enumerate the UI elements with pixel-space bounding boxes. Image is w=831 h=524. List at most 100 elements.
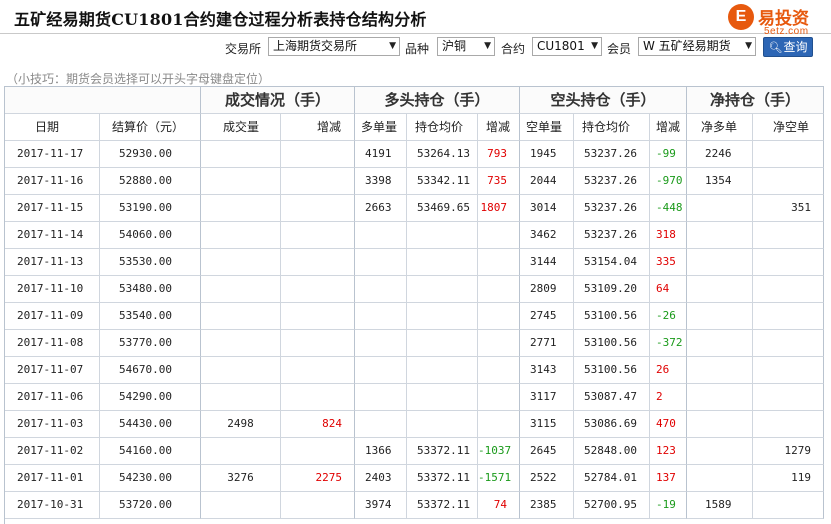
exchange-label: 交易所	[225, 42, 262, 56]
exchange-select[interactable]: 上海期货交易所 ▼	[268, 37, 400, 56]
contract-select[interactable]: CU1801 ▼	[532, 37, 602, 56]
cell-settle-price: 54290.00	[100, 384, 201, 411]
table-row: 2017-11-08 53770.00 2771 53100.56 -372	[5, 330, 824, 357]
cell-long-avg-price	[407, 249, 478, 276]
cell-long-qty: 2403	[355, 465, 407, 492]
cell-volume	[201, 222, 281, 249]
column-header-settle-price[interactable]: 结算价（元）	[100, 114, 201, 141]
column-header-long-qty[interactable]: 多单量	[355, 114, 407, 141]
variety-select[interactable]: 沪铜 ▼	[437, 37, 495, 56]
cell-volume-change	[281, 222, 355, 249]
cell-long-change	[478, 411, 520, 438]
member-select-value: W 五矿经易期货	[643, 39, 731, 53]
cell-volume-change	[281, 330, 355, 357]
cell-long-avg-price	[407, 303, 478, 330]
cell-long-change: 735	[478, 168, 520, 195]
cell-long-avg-price	[407, 411, 478, 438]
cell-short-change: -970	[650, 168, 687, 195]
chevron-down-icon: ▼	[484, 41, 491, 51]
cell-short-change: 470	[650, 411, 687, 438]
cell-volume-change: 2275	[281, 465, 355, 492]
column-header-row: 日期 结算价（元） 成交量 增减 多单量 持仓均价 增减 空单量 持仓均价 增减 净多单 净空单	[5, 114, 824, 141]
table-row: 2017-11-07 54670.00 3143 53100.56 26	[5, 357, 824, 384]
column-header-long-avg-price[interactable]: 持仓均价	[407, 114, 478, 141]
cell-long-change	[478, 276, 520, 303]
cell-net-short: 119	[753, 465, 824, 492]
cell-long-avg-price	[407, 276, 478, 303]
column-header-net-long[interactable]: 净多单	[687, 114, 753, 141]
cell-date: 2017-11-02	[5, 438, 100, 465]
cell-net-short	[753, 141, 824, 168]
cell-net-short	[753, 492, 824, 519]
cell-date: 2017-11-17	[5, 141, 100, 168]
cell-date: 2017-11-10	[5, 276, 100, 303]
cell-volume-change	[281, 357, 355, 384]
cell-long-change	[478, 384, 520, 411]
variety-select-value: 沪铜	[442, 39, 467, 53]
table-row: 2017-11-17 52930.00 4191 53264.13 793 1945 532…	[5, 141, 824, 168]
cell-net-long	[687, 438, 753, 465]
cell-settle-price: 53480.00	[100, 276, 201, 303]
cell-long-qty	[355, 249, 407, 276]
group-header: 净持仓（手）	[687, 87, 824, 114]
column-header-short-qty[interactable]: 空单量	[520, 114, 574, 141]
cell-date: 2017-11-13	[5, 249, 100, 276]
cell-settle-price: 53540.00	[100, 303, 201, 330]
search-button[interactable]: 🔍︎查询	[763, 37, 813, 57]
cell-short-avg-price: 53100.56	[574, 330, 650, 357]
cell-volume	[201, 357, 281, 384]
column-header-short-change[interactable]: 增减	[650, 114, 687, 141]
cell-volume-change	[281, 168, 355, 195]
column-header-date[interactable]: 日期	[5, 114, 100, 141]
cell-short-avg-price: 53086.69	[574, 411, 650, 438]
cell-short-qty: 3014	[520, 195, 574, 222]
cell-net-short	[753, 168, 824, 195]
cell-net-short	[753, 411, 824, 438]
cell-net-long	[687, 357, 753, 384]
group-header: 多头持仓（手）	[355, 87, 520, 114]
cell-date: 2017-11-09	[5, 303, 100, 330]
cell-long-qty: 4191	[355, 141, 407, 168]
column-header-net-short[interactable]: 净空单	[753, 114, 824, 141]
column-header-volume-change[interactable]: 增减	[281, 114, 355, 141]
cell-settle-price: 53190.00	[100, 195, 201, 222]
table-row: 2017-11-03 54430.00 2498 824 3115 53086.69 470	[5, 411, 824, 438]
cell-short-avg-price: 52784.01	[574, 465, 650, 492]
cell-short-change: 123	[650, 438, 687, 465]
cell-long-avg-price	[407, 222, 478, 249]
cell-settle-price: 53530.00	[100, 249, 201, 276]
cell-net-short	[753, 357, 824, 384]
cell-net-long	[687, 249, 753, 276]
cell-long-avg-price	[407, 357, 478, 384]
cell-short-avg-price: 53087.47	[574, 384, 650, 411]
cell-volume	[201, 492, 281, 519]
cell-date: 2017-10-31	[5, 492, 100, 519]
cell-net-short	[753, 303, 824, 330]
cell-long-change: 74	[478, 492, 520, 519]
cell-short-change: 64	[650, 276, 687, 303]
cell-short-avg-price: 53237.26	[574, 195, 650, 222]
cell-volume	[201, 276, 281, 303]
column-header-long-change[interactable]: 增减	[478, 114, 520, 141]
cell-long-qty: 1366	[355, 438, 407, 465]
cell-date: 2017-11-08	[5, 330, 100, 357]
cell-net-long: 1354	[687, 168, 753, 195]
column-header-volume[interactable]: 成交量	[201, 114, 281, 141]
cell-settle-price: 53720.00	[100, 492, 201, 519]
cell-net-short: 1279	[753, 438, 824, 465]
cell-volume	[201, 330, 281, 357]
group-header: 空头持仓（手）	[520, 87, 687, 114]
member-select[interactable]: W 五矿经易期货 ▼	[638, 37, 756, 56]
cell-long-avg-price: 53372.11	[407, 465, 478, 492]
cell-short-qty: 3117	[520, 384, 574, 411]
table-row: 2017-11-13 53530.00 3144 53154.04 335	[5, 249, 824, 276]
logo-mark-icon: E	[728, 4, 754, 30]
cell-long-avg-price: 53372.11	[407, 492, 478, 519]
cell-short-avg-price: 53237.26	[574, 168, 650, 195]
site-logo[interactable]: E 易投资 5etz.com	[728, 4, 826, 38]
column-header-short-avg-price[interactable]: 持仓均价	[574, 114, 650, 141]
cell-short-avg-price: 53154.04	[574, 249, 650, 276]
cell-volume-change: 824	[281, 411, 355, 438]
cell-net-short	[753, 384, 824, 411]
cell-long-avg-price: 53264.13	[407, 141, 478, 168]
